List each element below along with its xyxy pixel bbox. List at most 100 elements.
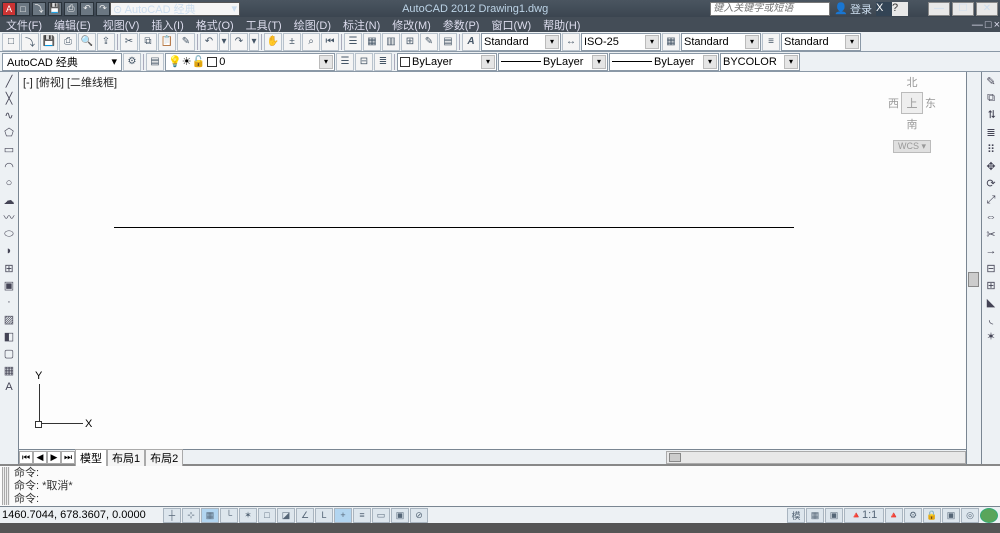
workspace-settings-icon[interactable]: ⚙ [123,53,141,71]
join-icon[interactable]: ⊞ [983,277,999,293]
arc-icon[interactable]: ◠ [1,158,17,174]
qp-toggle[interactable]: ▣ [391,508,409,523]
layer-combo[interactable]: 💡 ☀ 🔓 0 ▾ [165,53,335,71]
mirror-icon[interactable]: ⮁ [983,107,999,123]
rotate-icon[interactable]: ⟳ [983,175,999,191]
viewcube-w[interactable]: 西 [888,95,899,111]
save-icon[interactable]: 💾 [40,33,58,51]
paste-icon[interactable]: 📋 [158,33,176,51]
qvdraw-icon[interactable]: ▣ [825,508,843,523]
toolpalette-icon[interactable]: ▥ [382,33,400,51]
move-icon[interactable]: ✥ [983,158,999,174]
dimstyle-combo[interactable]: ISO-25▾ [581,33,661,51]
3dosnap-toggle[interactable]: ◪ [277,508,295,523]
tablestyle-combo[interactable]: Standard▾ [681,33,761,51]
mtext-icon[interactable]: A [1,379,17,395]
scale-icon[interactable]: ⤢ [983,192,999,208]
exchange-icon[interactable]: X [876,2,892,16]
ellipse-icon[interactable]: ⬭ [1,226,17,242]
copy-mod-icon[interactable]: ⧉ [983,90,999,106]
stretch-icon[interactable]: ⇔ [983,209,999,225]
polygon-icon[interactable]: ⬠ [1,124,17,140]
tablestyle-icon[interactable]: ▦ [662,33,680,51]
region-icon[interactable]: ▢ [1,345,17,361]
plot-icon[interactable]: ⎙ [59,33,77,51]
menu-format[interactable]: 格式(O) [190,17,240,33]
tab-last-icon[interactable]: ⏭ [61,451,75,464]
ortho-toggle[interactable]: └ [220,508,238,523]
layer-walk-icon[interactable]: ≣ [374,53,392,71]
explode-icon[interactable]: ✶ [983,328,999,344]
clean-screen-icon[interactable] [980,508,998,523]
hscroll-thumb[interactable] [669,453,681,462]
cmdline-handle-icon[interactable] [2,467,10,505]
menu-window[interactable]: 窗口(W) [485,17,537,33]
tab-prev-icon[interactable]: ◀ [33,451,47,464]
hardware-accel-icon[interactable]: ▣ [942,508,960,523]
snap-toggle[interactable]: ⊹ [182,508,200,523]
tab-model[interactable]: 模型 [75,449,107,466]
viewcube-e[interactable]: 东 [925,95,936,111]
calc-icon[interactable]: ▤ [439,33,457,51]
workspace-selector[interactable]: ⊙ AutoCAD 经典▾ [110,2,240,16]
spline-icon[interactable]: 〰 [1,209,17,225]
qat-new-icon[interactable]: □ [16,2,30,16]
doc-close-icon[interactable]: × [994,19,1000,31]
props-icon[interactable]: ☰ [344,33,362,51]
offset-icon[interactable]: ≣ [983,124,999,140]
sc-toggle[interactable]: ⊘ [410,508,428,523]
new-icon[interactable]: □ [2,33,20,51]
zoom-win-icon[interactable]: ⌕ [302,33,320,51]
menu-edit[interactable]: 编辑(E) [48,17,97,33]
help-icon[interactable]: ? [892,2,908,16]
menu-dim[interactable]: 标注(N) [337,17,386,33]
zoom-prev-icon[interactable]: ⏮ [321,33,339,51]
drawing-canvas[interactable]: [-] [俯视] [二维线框] X Y 北 西 上 东 南 WCS ▾ [19,72,966,449]
close-button[interactable]: ✕ [976,2,998,16]
cut-icon[interactable]: ✂ [120,33,138,51]
chamfer-icon[interactable]: ◣ [983,294,999,310]
qat-redo-icon[interactable]: ↷ [96,2,110,16]
extend-icon[interactable]: → [983,243,999,259]
color-combo[interactable]: ByLayer▾ [397,53,497,71]
otrack-toggle[interactable]: ∠ [296,508,314,523]
isolate-icon[interactable]: ◎ [961,508,979,523]
mlstyle-combo[interactable]: Standard▾ [781,33,861,51]
drawn-line-entity[interactable] [114,227,794,228]
qat-undo-icon[interactable]: ↶ [80,2,94,16]
hscrollbar[interactable] [666,451,966,464]
block-icon[interactable]: ▣ [1,277,17,293]
command-line[interactable]: 命令: 命令: *取消* 命令: [0,464,1000,506]
table-icon[interactable]: ▦ [1,362,17,378]
plotstyle-combo[interactable]: BYCOLOR▾ [720,53,800,71]
tpy-toggle[interactable]: ▭ [372,508,390,523]
doc-restore-icon[interactable]: □ [985,19,992,31]
circle-icon[interactable]: ○ [1,175,17,191]
point-icon[interactable]: · [1,294,17,310]
polar-toggle[interactable]: ✶ [239,508,257,523]
break-icon[interactable]: ⊟ [983,260,999,276]
line-icon[interactable]: ╱ [1,73,17,89]
menu-insert[interactable]: 插入(I) [145,17,189,33]
elarc-icon[interactable]: ◗ [1,243,17,259]
viewcube-wcs[interactable]: WCS ▾ [893,140,931,153]
menu-modify[interactable]: 修改(M) [386,17,437,33]
array-icon[interactable]: ⠿ [983,141,999,157]
redo-icon[interactable]: ↷ [230,33,248,51]
erase-icon[interactable]: ✎ [983,73,999,89]
qat-plot-icon[interactable]: ⎙ [64,2,78,16]
undo-icon[interactable]: ↶ [200,33,218,51]
menu-draw[interactable]: 绘图(D) [288,17,337,33]
open-icon[interactable]: ⤵ [21,33,39,51]
model-space-toggle[interactable]: 模 [787,508,805,523]
viewcube-n[interactable]: 北 [888,74,936,90]
fillet-icon[interactable]: ◟ [983,311,999,327]
infer-toggle[interactable]: ┼ [163,508,181,523]
preview-icon[interactable]: 🔍 [78,33,96,51]
designcenter-icon[interactable]: ▦ [363,33,381,51]
textstyle-icon[interactable]: A [462,33,480,51]
maximize-button[interactable]: ☐ [952,2,974,16]
qview-icon[interactable]: ▦ [806,508,824,523]
grid-toggle[interactable]: ▦ [201,508,219,523]
workspace-combo[interactable]: AutoCAD 经典▾ [2,53,122,71]
